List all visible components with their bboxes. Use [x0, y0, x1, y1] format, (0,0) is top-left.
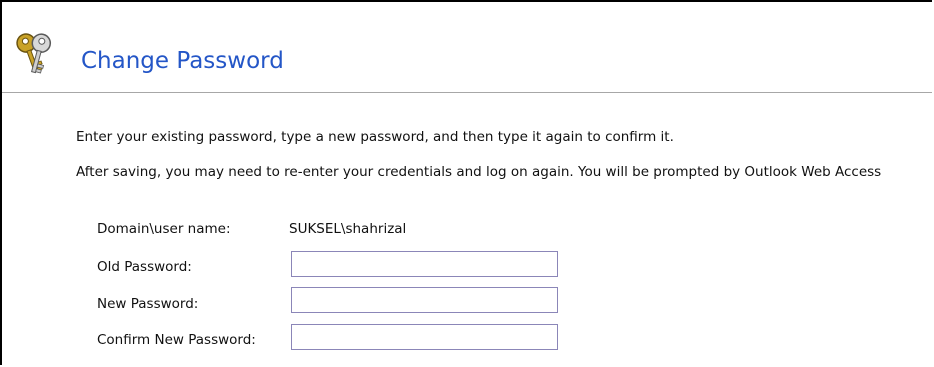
domain-user-value: SUKSEL\shahrizal: [289, 221, 407, 237]
instruction-text: Enter your existing password, type a new…: [76, 129, 674, 145]
new-password-label: New Password:: [97, 296, 199, 312]
confirm-password-input[interactable]: [291, 324, 558, 350]
confirm-password-label: Confirm New Password:: [97, 332, 256, 348]
change-password-panel: Change Password Enter your existing pass…: [0, 0, 932, 365]
old-password-input[interactable]: [291, 251, 558, 277]
domain-user-label: Domain\user name:: [97, 221, 231, 237]
page-title: Change Password: [81, 48, 284, 74]
saving-notice-text: After saving, you may need to re-enter y…: [76, 164, 882, 180]
keys-icon: [16, 33, 52, 74]
new-password-input[interactable]: [291, 287, 558, 313]
old-password-label: Old Password:: [97, 259, 192, 275]
panel-header: Change Password: [2, 2, 932, 93]
